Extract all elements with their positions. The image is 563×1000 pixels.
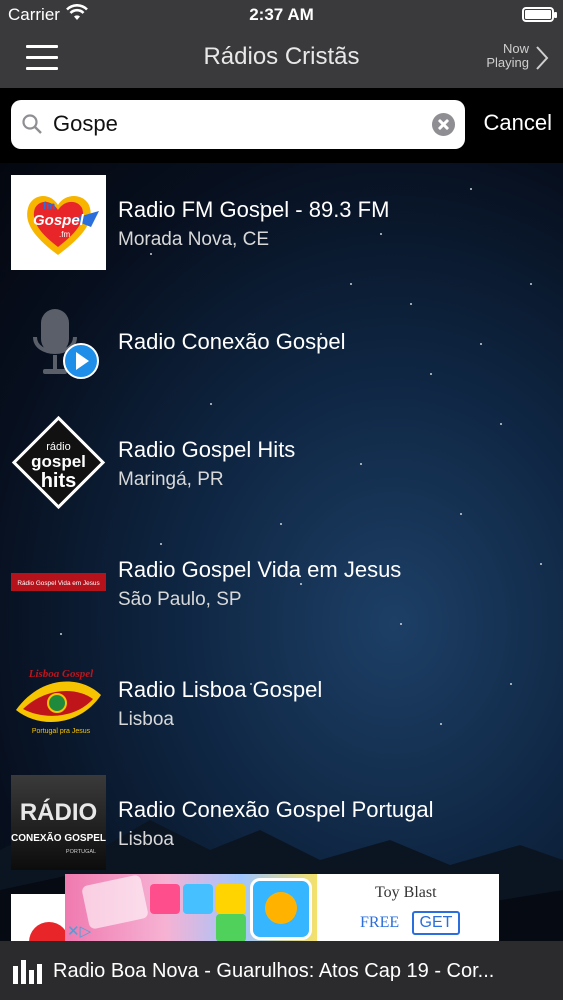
ad-get-button[interactable]: GET (412, 911, 460, 935)
ad-choices-icon[interactable]: ✕▷ (67, 922, 91, 940)
lisboa-gospel-logo-line2: Portugal pra Jesus (32, 728, 91, 735)
now-playing-line2: Playing (486, 55, 529, 70)
station-location: Lisboa (118, 829, 174, 850)
station-location: Morada Nova, CE (118, 229, 270, 250)
gospel-hits-logo-line2: gospel (31, 452, 86, 471)
navigation-bar: Rádios Cristãs Now Playing (0, 30, 563, 88)
list-item[interactable]: fm Gospel .fm Radio FM Gospel - 89.3 FM … (0, 163, 563, 283)
conexao-portugal-logo: RÁDIO CONEXÃO GOSPEL PORTUGAL (11, 775, 106, 870)
microphone-play-logo (33, 309, 99, 379)
lisboa-gospel-logo-line1: Lisboa Gospel (28, 668, 94, 680)
list-item[interactable]: Lisboa Gospel Portugal pra Jesus Radio L… (0, 643, 563, 763)
ad-price: FREE (360, 914, 400, 931)
conexao-logo-line1: RÁDIO (20, 798, 97, 826)
ad-brand: Toy Blast (375, 884, 437, 901)
list-item[interactable]: RÁDIO CONEXÃO GOSPEL PORTUGAL Radio Cone… (0, 763, 563, 883)
now-playing-line1: Now (502, 41, 529, 56)
equalizer-icon (13, 960, 43, 984)
ad-banner[interactable]: ✕▷ Toy Blast FREE GET (65, 874, 499, 942)
list-item[interactable]: Rádio Gospel Vida em Jesus Radio Gospel … (0, 523, 563, 643)
conexao-logo-line2: CONEXÃO GOSPEL (11, 831, 106, 844)
fm-gospel-logo-mid: Gospel (33, 212, 85, 229)
chevron-right-icon[interactable] (535, 45, 549, 71)
gospel-hits-logo: rádio gospel hits (11, 415, 106, 510)
fm-gospel-logo: fm Gospel .fm (11, 175, 106, 270)
ad-game-image (65, 874, 317, 942)
vida-em-jesus-logo: Rádio Gospel Vida em Jesus (11, 573, 106, 591)
status-bar: Carrier 2:37 AM (0, 0, 563, 30)
clear-search-icon[interactable] (432, 113, 455, 136)
cancel-button[interactable]: Cancel (484, 110, 552, 136)
search-input[interactable]: Gospe (53, 111, 118, 137)
vida-em-jesus-logo-text: Rádio Gospel Vida em Jesus (17, 580, 99, 587)
fm-gospel-logo-top: fm (43, 201, 55, 212)
station-name: Radio Gospel Vida em Jesus (118, 557, 402, 582)
conexao-logo-line3: PORTUGAL (66, 849, 96, 855)
search-bar: Gospe Cancel (0, 88, 563, 163)
now-playing-button[interactable]: Now Playing (486, 42, 529, 70)
page-title: Rádios Cristãs (203, 43, 360, 70)
station-location: São Paulo, SP (118, 589, 242, 610)
now-playing-bar[interactable]: Radio Boa Nova - Guarulhos: Atos Cap 19 … (0, 941, 563, 1000)
station-name: Radio Conexão Gospel (118, 329, 346, 354)
station-name: Radio Conexão Gospel Portugal (118, 797, 434, 822)
station-location: Lisboa (118, 709, 174, 730)
search-field[interactable]: Gospe (11, 100, 465, 149)
list-item[interactable]: Radio Conexão Gospel (0, 283, 563, 403)
list-item[interactable]: rádio gospel hits Radio Gospel Hits Mari… (0, 403, 563, 523)
now-playing-track: Radio Boa Nova - Guarulhos: Atos Cap 19 … (53, 960, 495, 982)
station-name: Radio Lisboa Gospel (118, 677, 323, 702)
station-location: Maringá, PR (118, 469, 224, 490)
battery-icon (522, 7, 557, 22)
gospel-hits-logo-line3: hits (41, 470, 77, 492)
lisboa-gospel-logo: Lisboa Gospel Portugal pra Jesus (16, 668, 101, 735)
fm-gospel-logo-bot: .fm (59, 230, 70, 239)
station-name: Radio FM Gospel - 89.3 FM (118, 197, 390, 222)
search-icon (22, 114, 42, 134)
clock: 2:37 AM (249, 5, 314, 24)
station-name: Radio Gospel Hits (118, 437, 296, 462)
